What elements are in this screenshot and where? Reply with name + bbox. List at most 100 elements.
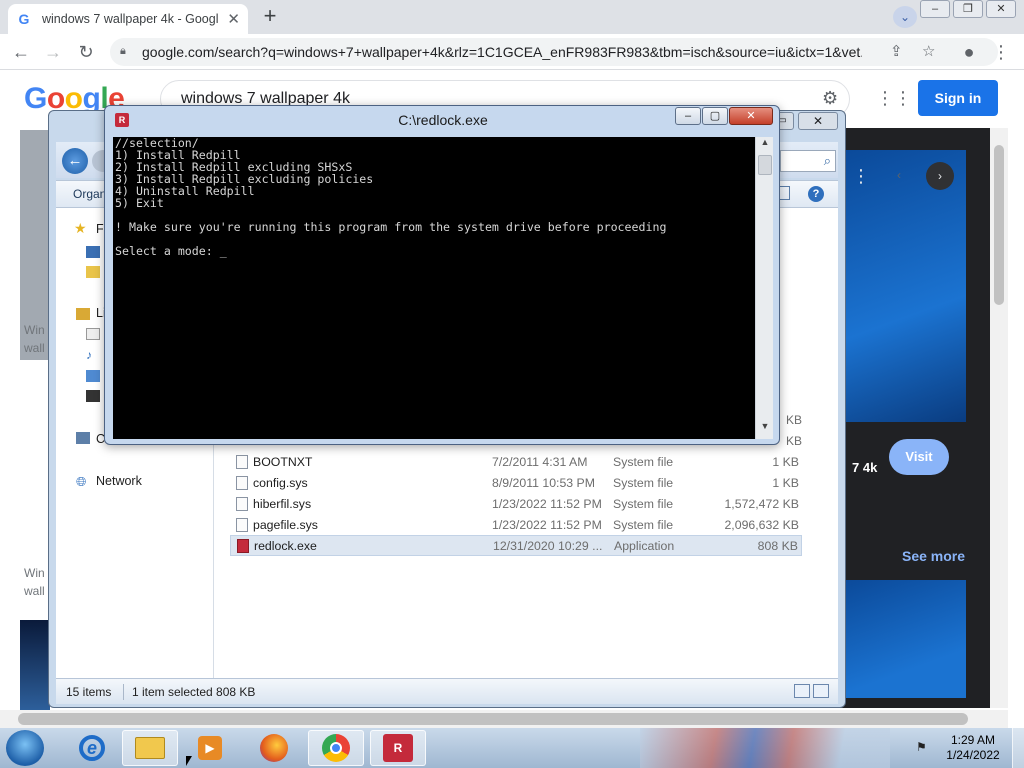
see-more-link[interactable]: See more [902, 548, 965, 564]
sign-in-button[interactable]: Sign in [918, 80, 998, 116]
favorites-star-icon: ★ [74, 220, 87, 236]
system-clock[interactable]: 1:29 AM 1/24/2022 [938, 733, 1008, 763]
file-type: System file [613, 497, 674, 511]
bookmark-star-icon[interactable]: ☆ [922, 42, 935, 60]
visit-button[interactable]: Visit [889, 439, 949, 475]
desktop-wallpaper-strip [640, 728, 890, 768]
downloads-folder-icon[interactable] [86, 266, 100, 278]
console-close-button[interactable]: ✕ [729, 107, 773, 125]
menu-kebab-icon[interactable]: ⋮ [990, 41, 1012, 63]
redlock-app-icon: R [383, 734, 413, 762]
organize-menu[interactable]: Organ [73, 187, 106, 201]
computer-icon [76, 432, 90, 444]
pictures-icon[interactable] [86, 370, 100, 382]
scroll-up-arrow-icon[interactable]: ▲ [758, 137, 772, 153]
file-type: System file [613, 476, 674, 490]
taskbar-internet-explorer[interactable]: e [64, 730, 120, 766]
file-type: Application [614, 539, 675, 553]
tab-close-icon[interactable]: ✕ [227, 10, 240, 28]
browser-tab[interactable]: G windows 7 wallpaper 4k - Google ✕ [8, 4, 248, 34]
lock-icon: 🔒︎ [120, 45, 126, 57]
taskbar-redlock[interactable]: R [370, 730, 426, 766]
back-arrow-icon[interactable]: ← [62, 148, 88, 174]
media-player-icon: ▶ [198, 736, 222, 760]
image-result-title[interactable]: Win [24, 323, 45, 337]
settings-gear-icon[interactable]: ⚙ [822, 88, 838, 109]
music-note-icon[interactable]: ♪ [86, 348, 100, 362]
reload-icon[interactable]: ↻ [75, 41, 97, 63]
image-result-thumbnail[interactable] [20, 620, 50, 710]
item-count: 15 items [66, 685, 112, 699]
google-favicon-icon: G [18, 11, 30, 27]
file-row-pagefile[interactable]: pagefile.sys 1/23/2022 11:52 PM System f… [230, 515, 802, 536]
forward-arrow-icon[interactable]: → [42, 41, 64, 63]
chrome-icon [322, 734, 350, 762]
profile-icon[interactable]: ● [958, 41, 980, 63]
restore-button[interactable]: ❐ [953, 0, 983, 18]
file-size: KB [786, 413, 803, 427]
file-row-config[interactable]: config.sys 8/9/2011 10:53 PM System file… [230, 473, 802, 494]
details-view-icon[interactable] [794, 684, 810, 698]
address-bar[interactable]: 🔒︎ google.com/search?q=windows+7+wallpap… [110, 38, 998, 66]
view-toggle [794, 684, 832, 700]
tab-search-button[interactable]: ⌄ [893, 6, 917, 28]
taskbar-firefox[interactable] [246, 730, 302, 766]
file-date: 1/23/2022 11:52 PM [492, 497, 602, 511]
horizontal-scroll-thumb[interactable] [18, 713, 968, 725]
file-size: KB [786, 434, 803, 448]
nav-network[interactable]: Network [96, 474, 142, 488]
console-output[interactable]: //selection/ 1) Install Redpill 2) Insta… [113, 137, 755, 439]
image-result-source: wall [24, 341, 45, 355]
explorer-search-icon[interactable]: ⌕ [780, 150, 836, 172]
window-controls: – ❐ ✕ [917, 0, 1016, 18]
taskbar-chrome[interactable] [308, 730, 364, 766]
file-name: config.sys [253, 476, 308, 490]
back-arrow-icon[interactable]: ← [10, 41, 32, 63]
show-desktop-button[interactable] [1012, 728, 1024, 768]
system-file-icon [236, 518, 248, 532]
console-minimize-button[interactable]: – [675, 107, 701, 125]
firefox-icon [260, 734, 288, 762]
file-type: System file [613, 518, 674, 532]
system-file-icon [236, 497, 248, 511]
desktop-icon[interactable] [86, 246, 100, 258]
help-icon[interactable]: ? [808, 186, 824, 202]
file-size: 1,572,472 KB [724, 497, 799, 511]
previous-arrow-icon[interactable]: ‹ [886, 162, 912, 188]
url-text: google.com/search?q=windows+7+wallpaper+… [142, 44, 862, 60]
new-tab-button[interactable]: + [258, 5, 282, 28]
preview-image[interactable] [846, 150, 966, 422]
file-size: 2,096,632 KB [724, 518, 799, 532]
console-maximize-button[interactable]: ▢ [702, 107, 728, 125]
action-center-flag-icon[interactable]: ⚑ [916, 740, 930, 754]
minimize-button[interactable]: – [920, 0, 950, 18]
system-file-icon [236, 476, 248, 490]
vertical-scroll-thumb[interactable] [994, 145, 1004, 305]
large-icons-view-icon[interactable] [813, 684, 829, 698]
taskbar-explorer[interactable] [122, 730, 178, 766]
file-row-redlock[interactable]: redlock.exe 12/31/2020 10:29 ... Applica… [230, 535, 802, 556]
file-size: 808 KB [757, 539, 798, 553]
explorer-close-button[interactable]: ✕ [798, 112, 838, 130]
share-icon[interactable]: ⇪ [890, 42, 903, 60]
clock-date: 1/24/2022 [946, 748, 1000, 762]
close-button[interactable]: ✕ [986, 0, 1016, 18]
file-row-hiberfil[interactable]: hiberfil.sys 1/23/2022 11:52 PM System f… [230, 494, 802, 515]
file-size: 1 KB [772, 476, 799, 490]
console-scroll-thumb[interactable] [758, 155, 772, 175]
next-arrow-icon[interactable]: › [926, 162, 954, 190]
more-options-icon[interactable]: ⋮ [852, 166, 870, 187]
image-result-title[interactable]: Win [24, 566, 45, 580]
file-date: 1/23/2022 11:52 PM [492, 518, 602, 532]
file-name: redlock.exe [254, 539, 317, 553]
start-button-icon[interactable] [6, 730, 44, 766]
scroll-down-arrow-icon[interactable]: ▼ [758, 421, 772, 437]
system-file-icon [236, 455, 248, 469]
videos-icon[interactable] [86, 390, 100, 402]
console-scrollbar[interactable]: ▲ ▼ [755, 137, 773, 439]
documents-icon[interactable] [86, 328, 100, 340]
related-image[interactable] [846, 580, 966, 698]
tab-title: windows 7 wallpaper 4k - Google [42, 12, 218, 26]
network-globe-icon: 🌐︎ [76, 474, 87, 489]
file-row-bootnxt[interactable]: BOOTNXT 7/2/2011 4:31 AM System file 1 K… [230, 452, 802, 473]
